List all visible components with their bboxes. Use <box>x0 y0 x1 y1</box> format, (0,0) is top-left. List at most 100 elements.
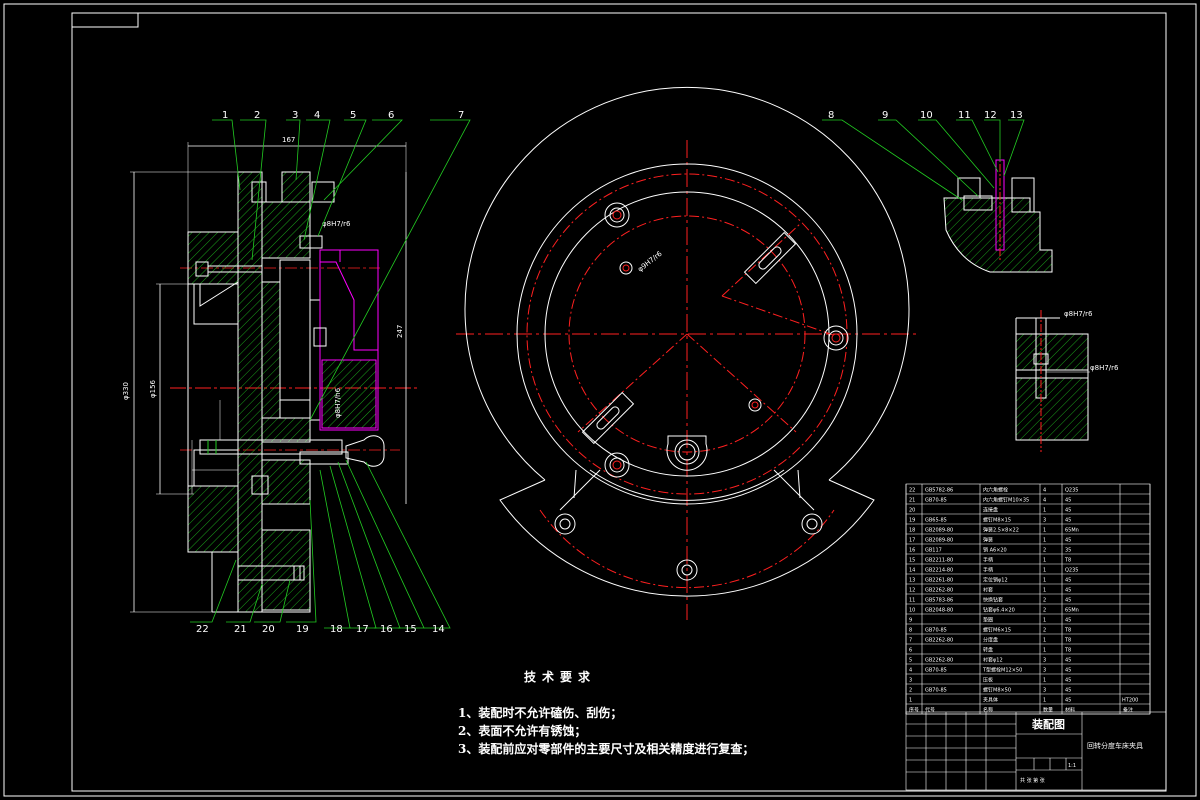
title-footer: 共 张 第 张 <box>1020 777 1045 784</box>
parts-cell-name: 分度盘 <box>983 637 998 644</box>
parts-cell-name: 螺钉M6×15 <box>983 627 1011 634</box>
parts-cell-name: T型螺栓M12×50 <box>982 667 1022 674</box>
parts-cell-no: 11 <box>909 598 915 604</box>
parts-cell-mat: T8 <box>1064 648 1071 654</box>
parts-cell-std: GB5782-86 <box>925 488 953 494</box>
parts-cell-mat: 45 <box>1065 578 1071 584</box>
callout-12: 12 <box>984 110 997 121</box>
callout-7: 7 <box>458 110 464 121</box>
parts-cell-std: GB70-85 <box>925 668 947 674</box>
dim-fit-b: φ8H7/h6 <box>334 387 342 418</box>
parts-cell-name: 快换钻套 <box>983 597 1003 604</box>
parts-cell-mat: 45 <box>1065 698 1071 704</box>
parts-cell-no: 13 <box>909 578 915 584</box>
parts-cell-no: 21 <box>909 498 915 504</box>
parts-cell-std: GB2089-80 <box>925 538 953 544</box>
parts-cell-name: 内六角螺钉M10×35 <box>983 497 1029 504</box>
callout-3: 3 <box>292 110 298 121</box>
parts-cell-no: 1 <box>909 698 912 704</box>
parts-cell-no: 7 <box>909 638 912 644</box>
parts-cell-qty: 1 <box>1043 578 1046 584</box>
parts-cell-mat: 45 <box>1065 598 1071 604</box>
parts-list: 22 GB5782-86 内六角螺栓 4 Q23521 GB70-85 内六角螺钉M10×3… <box>905 483 1151 715</box>
dim-inner: φ156 <box>149 379 157 398</box>
parts-cell-no: 5 <box>909 658 912 664</box>
parts-cell-std: GB2262-80 <box>925 638 953 644</box>
parts-cell-no: 16 <box>909 548 915 554</box>
detail-view-pin: φ8H7/r6 φ8H7/r6 <box>1015 310 1119 452</box>
parts-header-name: 名称 <box>983 707 993 714</box>
callout-10: 10 <box>920 110 933 121</box>
parts-cell-qty: 1 <box>1043 638 1046 644</box>
parts-cell-mat: 45 <box>1065 498 1071 504</box>
parts-cell-qty: 4 <box>1043 498 1046 504</box>
callout-11: 11 <box>958 110 971 121</box>
parts-cell-mat: 45 <box>1065 538 1071 544</box>
parts-cell-mat: Q235 <box>1065 568 1078 574</box>
callout-16: 16 <box>380 624 393 635</box>
parts-cell-std: GB2214-80 <box>925 568 953 574</box>
callout-6: 6 <box>388 110 394 121</box>
parts-cell-name: 螺钉M8×50 <box>983 687 1011 694</box>
parts-header-note: 备注 <box>1123 707 1133 714</box>
parts-cell-qty: 2 <box>1043 548 1046 554</box>
parts-cell-name: 弹簧2.5×8×22 <box>983 527 1019 534</box>
parts-header-qty: 数量 <box>1043 707 1053 714</box>
dim-fit-e: φ8H7/r6 <box>1090 364 1119 372</box>
parts-header-no: 序号 <box>909 707 919 714</box>
callout-13: 13 <box>1010 110 1023 121</box>
parts-cell-mat: Q235 <box>1065 488 1078 494</box>
parts-cell-std: GB70-85 <box>925 628 947 634</box>
title-scale: 1:1 <box>1068 763 1076 769</box>
requirement-1: 1、装配时不允许磕伤、刮伤； <box>458 706 623 720</box>
dim-fit-d: φ8H7/r6 <box>1064 310 1093 318</box>
parts-cell-no: 17 <box>909 538 915 544</box>
parts-cell-mat: T8 <box>1064 628 1071 634</box>
parts-cell-no: 10 <box>909 608 915 614</box>
parts-cell-mat: 45 <box>1065 508 1071 514</box>
parts-cell-no: 14 <box>909 568 915 574</box>
parts-cell-name: 内六角螺栓 <box>983 487 1008 494</box>
callout-9: 9 <box>882 110 888 121</box>
requirements-title: 技术要求 <box>524 670 597 684</box>
parts-cell-mat: 45 <box>1065 618 1071 624</box>
parts-cell-mat: 45 <box>1065 588 1071 594</box>
parts-cell-qty: 4 <box>1043 488 1046 494</box>
parts-cell-qty: 2 <box>1043 598 1046 604</box>
parts-cell-std: GB2262-80 <box>925 588 953 594</box>
parts-cell-name: 衬套 <box>983 587 993 594</box>
callout-15: 15 <box>404 624 417 635</box>
parts-cell-qty: 1 <box>1043 618 1046 624</box>
parts-cell-mat: 35 <box>1065 548 1071 554</box>
parts-cell-mat: 65Mn <box>1065 528 1079 534</box>
parts-cell-qty: 1 <box>1043 528 1046 534</box>
parts-cell-name: 连接盘 <box>983 507 998 514</box>
parts-cell-name: 夹具体 <box>983 697 998 704</box>
callout-4: 4 <box>314 110 320 121</box>
parts-cell-qty: 1 <box>1043 538 1046 544</box>
dim-fit-a: φ8H7/r6 <box>322 220 351 228</box>
callouts-top: 1 2 3 4 5 6 7 <box>222 110 464 121</box>
parts-cell-mat: 45 <box>1065 658 1071 664</box>
parts-cell-no: 6 <box>909 648 912 654</box>
section-view: φ330 φ156 247 167 φ8H7/r6 φ8H7/h6 <box>122 119 471 629</box>
parts-cell-std: GB2048-80 <box>925 608 953 614</box>
parts-cell-no: 8 <box>909 628 912 634</box>
parts-cell-no: 3 <box>909 678 912 684</box>
parts-header-std: 代号 <box>925 707 935 714</box>
parts-cell-mat: 45 <box>1065 518 1071 524</box>
parts-cell-name: 衬套φ12 <box>983 657 1003 664</box>
corner-box <box>71 12 139 28</box>
callout-18: 18 <box>330 624 343 635</box>
callouts-bottom: 22 21 20 19 18 17 16 15 14 <box>196 624 445 635</box>
title-drawing-name: 装配图 <box>1031 717 1065 731</box>
parts-cell-no: 12 <box>909 588 915 594</box>
callout-17: 17 <box>356 624 369 635</box>
parts-cell-std: GB65-85 <box>925 518 947 524</box>
requirement-2: 2、表面不允许有锈蚀； <box>458 724 587 738</box>
parts-cell-qty: 1 <box>1043 588 1046 594</box>
parts-cell-qty: 3 <box>1043 668 1046 674</box>
assembly-drawing: φ330 φ156 247 167 φ8H7/r6 φ8H7/h6 1 2 3 … <box>3 3 1197 797</box>
callout-8: 8 <box>828 110 834 121</box>
parts-cell-qty: 2 <box>1043 608 1046 614</box>
